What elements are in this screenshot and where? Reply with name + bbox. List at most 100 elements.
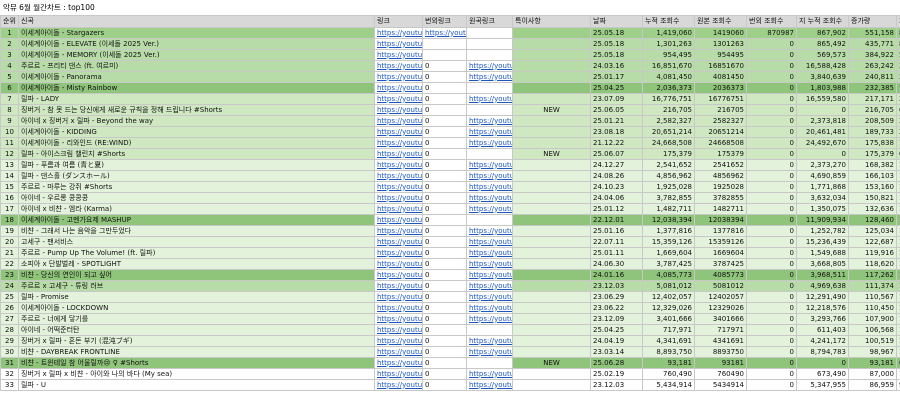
- cell-extra[interactable]: 0: [422, 181, 467, 193]
- cell-orig[interactable]: https://youtu.be/i_MV5I8Wvzo: [466, 280, 513, 292]
- cell-orig[interactable]: https://youtu.be/S87M2j33Zdw: [466, 60, 513, 72]
- header-prev-total-views[interactable]: 지 누적 조회수: [796, 15, 849, 28]
- table-row[interactable]: 15주르르 - 마루는 강쥐 #Shortshttps://youtu.be/0…: [0, 181, 900, 193]
- cell-extra[interactable]: 0: [422, 280, 467, 292]
- table-row[interactable]: 2 이세계아이돌 - ELEVATE (이세돌 2025 Ver.) https:/…: [0, 38, 900, 50]
- table-row[interactable]: 8 징버거 - 참 못 드는 당신에게 새로운 규칙을 정해 드립니다 #Shor…: [0, 104, 900, 116]
- cell-extra[interactable]: 0: [422, 313, 467, 325]
- cell-extra[interactable]: 0: [422, 346, 467, 358]
- cell-extra[interactable]: 0: [422, 324, 467, 336]
- cell-extra[interactable]: 0: [422, 368, 467, 380]
- cell-orig[interactable]: [466, 82, 513, 94]
- cell-extra[interactable]: 0: [422, 126, 467, 138]
- cell-orig[interactable]: https://youtu.be/TqlAndOnd74: [466, 368, 513, 380]
- cell-extra[interactable]: 0: [422, 357, 467, 369]
- cell-extra[interactable]: 0: [422, 258, 467, 270]
- cell-link[interactable]: https://youtu.be/: [374, 115, 423, 127]
- cell-extra[interactable]: 0: [422, 236, 467, 248]
- cell-link[interactable]: https://youtu.be/: [374, 302, 423, 314]
- cell-link[interactable]: https://youtu.be/: [374, 214, 423, 226]
- table-row[interactable]: 20고세구 - 팬서비스https://youtu.be/0https://yo…: [0, 236, 900, 248]
- cell-extra[interactable]: 0: [422, 82, 467, 94]
- cell-link[interactable]: https://youtu.be/: [374, 335, 423, 347]
- header-song[interactable]: 신곡: [18, 15, 375, 28]
- cell-orig[interactable]: https://youtu.be/QgMFpuos4Rg: [466, 302, 513, 314]
- cell-extra[interactable]: [422, 38, 467, 50]
- table-row[interactable]: 19비챤 - 그래서 나는 음악을 그만두었다https://youtu.be/…: [0, 225, 900, 237]
- cell-link[interactable]: https://youtu.be/: [374, 203, 423, 215]
- table-row[interactable]: 16아이네 - 우르롱 콩콩콩https://youtu.be/0https:/…: [0, 192, 900, 204]
- cell-link[interactable]: https://youtu.be/: [374, 258, 423, 270]
- cell-orig[interactable]: [466, 38, 513, 50]
- table-row[interactable]: 9 아이네 x 징버거 x 릴파 - Beyond the way https://…: [0, 115, 900, 127]
- cell-orig[interactable]: https://youtu.be/R3V4sAXUU-g: [466, 379, 513, 391]
- header-extra-views[interactable]: 번외 조회수: [746, 15, 797, 28]
- cell-link[interactable]: https://youtu.be/: [374, 93, 423, 105]
- cell-orig[interactable]: https://youtu.be/UAzp5B-35kI: [466, 115, 513, 127]
- cell-orig[interactable]: https://youtu.be/1Swg-aBO9eY: [466, 335, 513, 347]
- cell-link[interactable]: https://youtu.be/: [374, 38, 423, 50]
- cell-extra[interactable]: 0: [422, 104, 467, 116]
- cell-extra[interactable]: 0: [422, 291, 467, 303]
- table-row[interactable]: 27주르르 - 너에게 닿기를https://youtu.be/0https:/…: [0, 313, 900, 325]
- cell-extra[interactable]: 0: [422, 115, 467, 127]
- table-row[interactable]: 28아이네 - 어떡준터탄https://youtu.be/025.04.257…: [0, 324, 900, 336]
- cell-extra[interactable]: 0: [422, 335, 467, 347]
- cell-orig[interactable]: [466, 27, 513, 39]
- cell-link[interactable]: https://youtu.be/: [374, 346, 423, 358]
- table-row[interactable]: 33릴파 - Uhttps://youtu.be/0https://youtu.…: [0, 379, 900, 391]
- cell-link[interactable]: https://youtu.be/: [374, 192, 423, 204]
- cell-extra[interactable]: 0: [422, 203, 467, 215]
- cell-extra[interactable]: 0: [422, 137, 467, 149]
- table-row[interactable]: 14릴파 - 댄스홀 (ダンスホール)https://youtu.be/0htt…: [0, 170, 900, 182]
- cell-orig[interactable]: [466, 214, 513, 226]
- cell-extra[interactable]: 0: [422, 379, 467, 391]
- cell-link[interactable]: https://youtu.be/: [374, 181, 423, 193]
- cell-orig[interactable]: https://youtu.be/s543Nk5s18: [466, 203, 513, 215]
- cell-orig[interactable]: [466, 324, 513, 336]
- table-row[interactable]: 18이세계아이돌 - 고멘가요제 MASHUPhttps://youtu.be/…: [0, 214, 900, 226]
- cell-extra[interactable]: [422, 49, 467, 61]
- table-row[interactable]: 30비챤 - DAYBREAK FRONTLINEhttps://youtu.b…: [0, 346, 900, 358]
- header-increase[interactable]: 증가량: [848, 15, 897, 28]
- header-total-views[interactable]: 누적 조회수: [642, 15, 695, 28]
- table-row[interactable]: 25릴파 - Promisehttps://youtu.be/0https://…: [0, 291, 900, 303]
- cell-orig[interactable]: [466, 357, 513, 369]
- cell-link[interactable]: https://youtu.be/: [374, 60, 423, 72]
- cell-extra[interactable]: 0: [422, 192, 467, 204]
- cell-link[interactable]: https://youtu.be/: [374, 313, 423, 325]
- header-prev-increase[interactable]: 지 증가량: [896, 15, 900, 28]
- cell-link[interactable]: https://youtu.be/: [374, 71, 423, 83]
- cell-link[interactable]: https://youtu.be/: [374, 225, 423, 237]
- table-row[interactable]: 17아이네 x 비챤 - 엠라 (Karma)https://youtu.be/…: [0, 203, 900, 215]
- cell-link[interactable]: https://youtu.be/: [374, 126, 423, 138]
- cell-extra[interactable]: 0: [422, 60, 467, 72]
- cell-link[interactable]: https://youtu.be/: [374, 82, 423, 94]
- header-extra-link[interactable]: 번외링크: [422, 15, 467, 28]
- table-row[interactable]: 29징버거 x 릴파 - 혼돈 부기 (混沌ブギ)https://youtu.b…: [0, 335, 900, 347]
- cell-orig[interactable]: [466, 104, 513, 116]
- cell-extra[interactable]: https://youtu.be/MCyL9k_Tjok: [422, 27, 467, 39]
- cell-orig[interactable]: https://youtu.be/_XCRVvqLqyM: [466, 313, 513, 325]
- cell-orig[interactable]: https://youtu.be/8sxGdETr1AU: [466, 181, 513, 193]
- cell-link[interactable]: https://youtu.be/: [374, 379, 423, 391]
- header-rank[interactable]: 순위: [0, 15, 19, 28]
- cell-orig[interactable]: https://youtu.be/EYG4ROajmyI: [466, 247, 513, 259]
- table-row[interactable]: 22소피아 x 단발벌레 - SPOTLIGHThttps://youtu.be…: [0, 258, 900, 270]
- cell-orig[interactable]: [466, 148, 513, 160]
- table-row[interactable]: 6이세계아이돌 - Misty Rainbowhttps://youtu.be/…: [0, 82, 900, 94]
- cell-orig[interactable]: https://youtu.be/fxyDD8bMDKs: [466, 236, 513, 248]
- cell-link[interactable]: https://youtu.be/: [374, 280, 423, 292]
- table-row[interactable]: 7릴파 - LADYhttps://youtu.be/0https://yout…: [0, 93, 900, 105]
- table-row[interactable]: 4주르르 - 프리티 댄스 (ft. 여르미)https://youtu.be/…: [0, 60, 900, 72]
- cell-link[interactable]: https://youtu.be/: [374, 148, 423, 160]
- cell-orig[interactable]: https://youtu.be/rok2YK_D6Oc: [466, 192, 513, 204]
- table-row[interactable]: 32 징버거 x 릴파 x 비챤 - 아이와 나의 바다 (My sea) http…: [0, 368, 900, 380]
- cell-orig[interactable]: https://youtu.be/Jhp6avU5Z8: [466, 269, 513, 281]
- table-row[interactable]: 10이세계아이돌 - KIDDINGhttps://youtu.be/0http…: [0, 126, 900, 138]
- cell-orig[interactable]: https://youtu.be/G8GaQdW2wHc: [466, 71, 513, 83]
- header-original-link[interactable]: 원곡링크: [466, 15, 513, 28]
- header-note[interactable]: 특이사항: [512, 15, 591, 28]
- cell-link[interactable]: https://youtu.be/: [374, 236, 423, 248]
- cell-link[interactable]: https://youtu.be/: [374, 291, 423, 303]
